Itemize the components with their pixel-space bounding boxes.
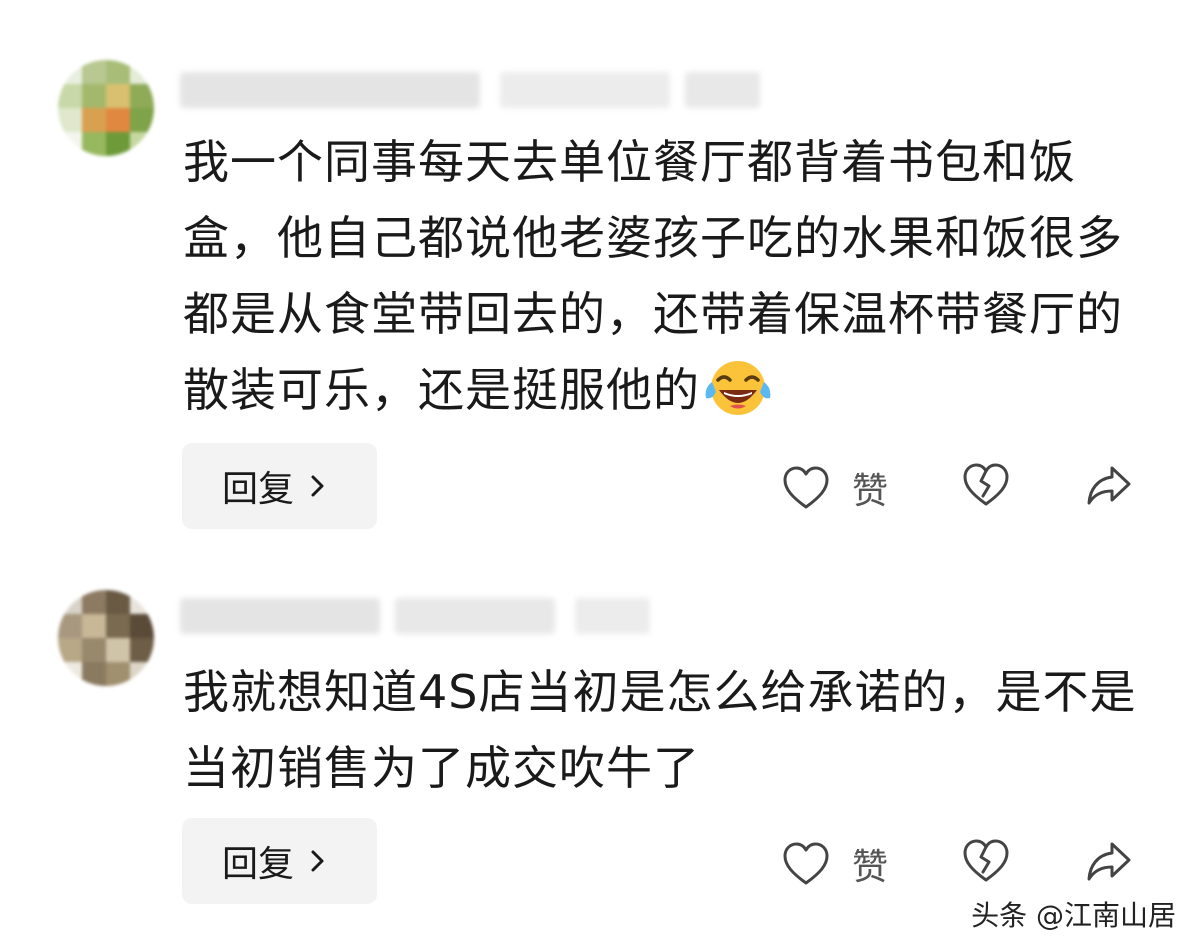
avatar[interactable] bbox=[58, 60, 154, 156]
reply-button[interactable]: 回复 bbox=[182, 818, 377, 904]
watermark: 头条 @江南山居 bbox=[971, 899, 1176, 932]
like-button[interactable]: 赞 bbox=[782, 838, 888, 890]
like-label: 赞 bbox=[852, 847, 889, 888]
comment-text: 我就想知道4S店当初是怎么给承诺的，是不是当初销售为了成交吹牛了 bbox=[183, 654, 1148, 806]
dislike-button[interactable] bbox=[962, 462, 1010, 508]
share-arrow-icon bbox=[1087, 842, 1131, 881]
heart-outline-icon bbox=[783, 842, 829, 885]
comment-text: 我一个同事每天去单位餐厅都背着书包和饭盒，他自己都说他老婆孩子吃的水果和饭很多都… bbox=[183, 124, 1148, 428]
avatar[interactable] bbox=[58, 590, 154, 686]
chevron-right-icon bbox=[311, 475, 324, 497]
username-blurred[interactable] bbox=[180, 598, 650, 634]
share-arrow-icon bbox=[1087, 466, 1131, 505]
broken-heart-icon bbox=[963, 839, 1009, 882]
share-button[interactable] bbox=[1085, 462, 1133, 508]
broken-heart-icon bbox=[963, 463, 1009, 506]
reply-button[interactable]: 回复 bbox=[182, 443, 377, 529]
like-button[interactable]: 赞 bbox=[782, 462, 888, 514]
laughing-tears-emoji-icon bbox=[705, 361, 771, 415]
like-label: 赞 bbox=[852, 471, 889, 512]
reply-button-label: 回复 bbox=[222, 844, 295, 885]
chevron-right-icon bbox=[311, 850, 324, 872]
comment-text-content: 我一个同事每天去单位餐厅都背着书包和饭盒，他自己都说他老婆孩子吃的水果和饭很多都… bbox=[183, 135, 1123, 417]
reply-button-label: 回复 bbox=[222, 469, 295, 510]
dislike-button[interactable] bbox=[962, 838, 1010, 884]
share-button[interactable] bbox=[1085, 838, 1133, 884]
username-blurred[interactable] bbox=[180, 72, 760, 108]
comment-text-content: 我就想知道4S店当初是怎么给承诺的，是不是当初销售为了成交吹牛了 bbox=[183, 665, 1137, 795]
heart-outline-icon bbox=[783, 466, 829, 509]
